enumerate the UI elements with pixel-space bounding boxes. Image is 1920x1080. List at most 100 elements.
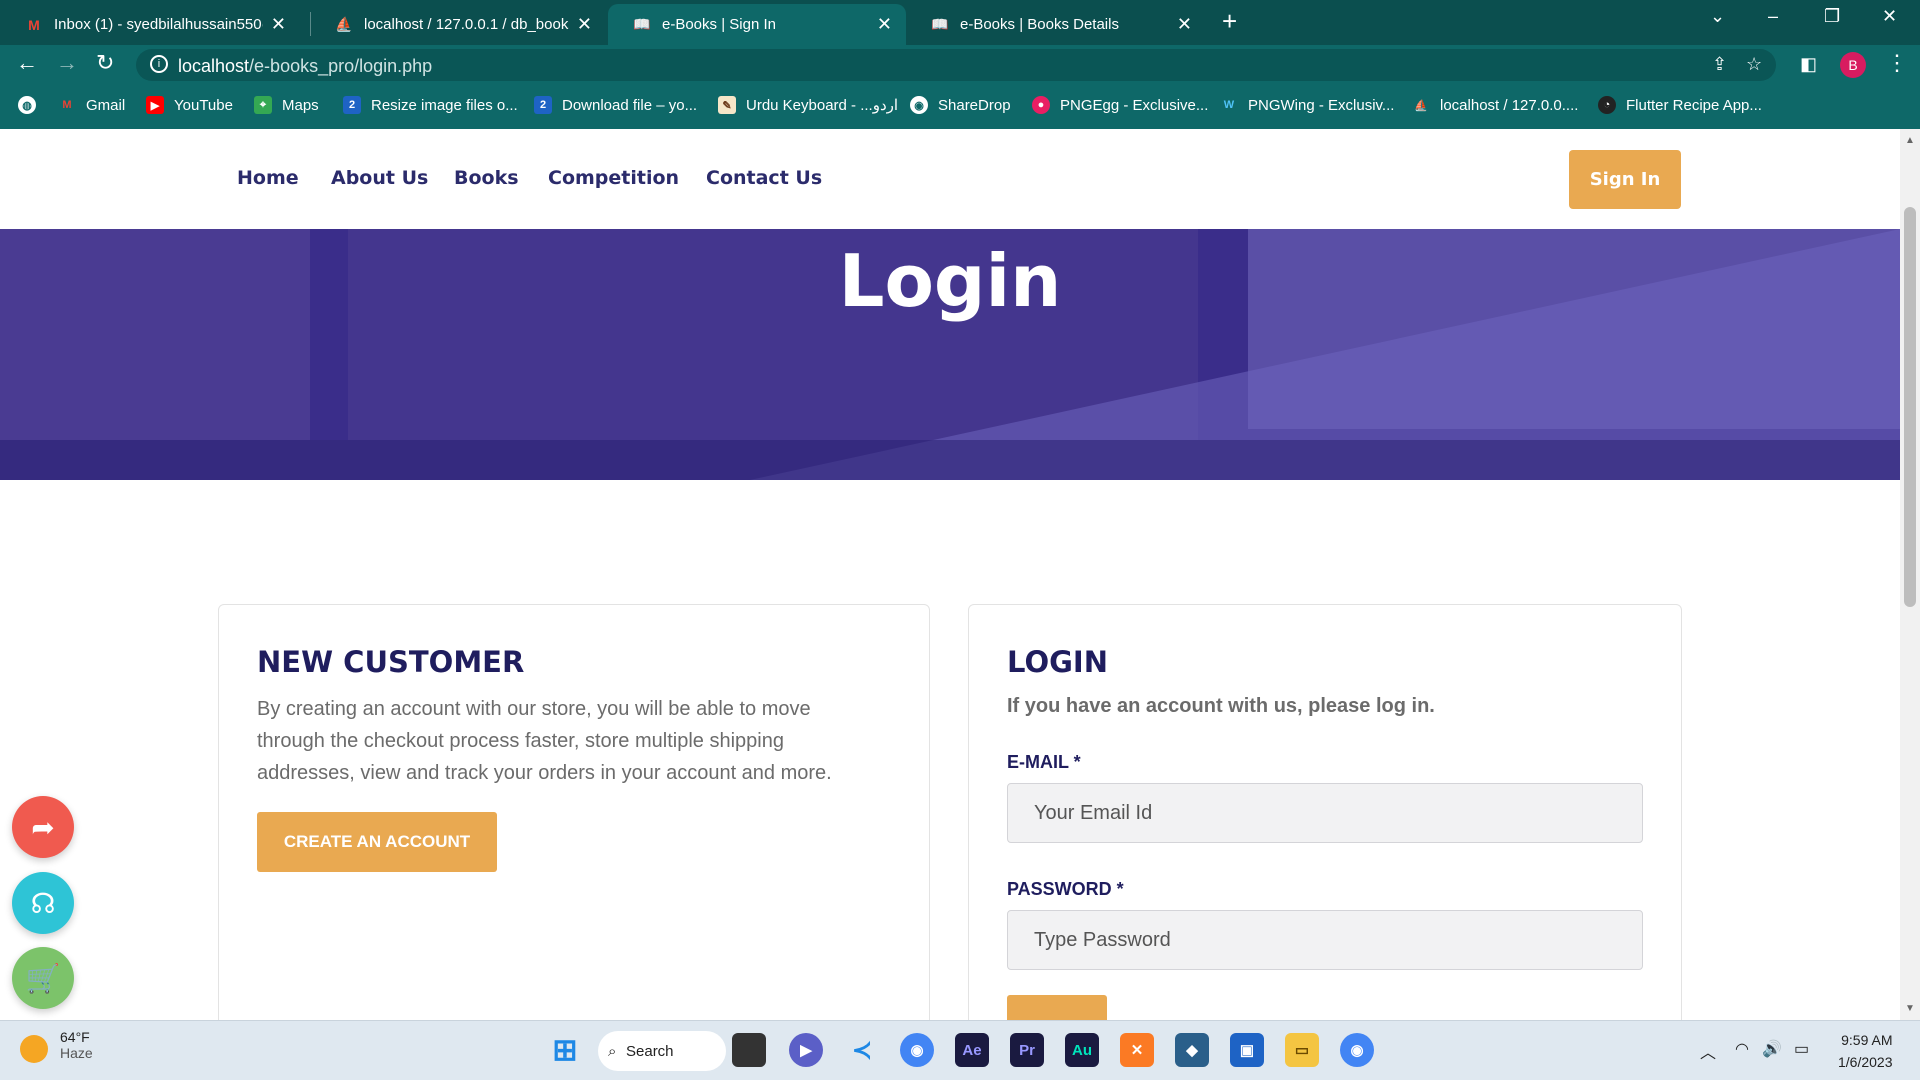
bookmark-resize[interactable]: 2 Resize image files o...	[343, 96, 518, 114]
email-label: E-MAIL *	[1007, 752, 1081, 772]
wifi-icon[interactable]: ◠	[1735, 1039, 1749, 1059]
windows-taskbar: 64°F Haze ⊞ ⌕ Search ▶ ≺ ◉ Ae Pr Au ✕ ◆ ▣…	[0, 1020, 1920, 1080]
nav-contact-us[interactable]: Contact Us	[706, 167, 822, 189]
clock-date: 1/6/2023	[1838, 1054, 1893, 1070]
flutter-icon: ◔	[1598, 96, 1616, 114]
scroll-up-icon[interactable]: ▲	[1905, 135, 1915, 146]
phpmyadmin-icon: ⛵	[335, 16, 353, 32]
share-icon[interactable]: ⇪	[1712, 54, 1727, 75]
file-explorer-icon[interactable]: ▭	[1285, 1033, 1319, 1067]
nav-competition[interactable]: Competition	[548, 167, 679, 189]
bookmark-maps[interactable]: ⌖ Maps	[254, 96, 319, 114]
bookmark-apps[interactable]: ◍	[18, 96, 46, 114]
cart-button[interactable]: 🛒	[12, 947, 74, 1009]
support-button[interactable]: ☊	[12, 872, 74, 934]
close-icon[interactable]: ✕	[877, 14, 892, 35]
gmail-icon: M	[28, 16, 40, 33]
address-bar[interactable]: i localhost/e-books_pro/login.php ⇪ ☆	[136, 49, 1776, 81]
audition-icon[interactable]: Au	[1065, 1033, 1099, 1067]
password-field[interactable]: Type Password	[1007, 910, 1643, 970]
tab-gmail[interactable]: M Inbox (1) - syedbilalhussain550@ ✕	[0, 4, 300, 45]
bookmark-pngegg[interactable]: ● PNGEgg - Exclusive...	[1032, 96, 1208, 114]
star-icon[interactable]: ☆	[1746, 54, 1762, 75]
teams-icon[interactable]: ▶	[789, 1033, 823, 1067]
new-tab-button[interactable]: +	[1222, 6, 1237, 37]
profile-avatar[interactable]: B	[1840, 52, 1866, 78]
battery-icon[interactable]: ▭	[1794, 1039, 1809, 1059]
weather-condition: Haze	[60, 1045, 93, 1061]
bookmark-localhost[interactable]: ⛵ localhost / 127.0.0....	[1412, 96, 1578, 114]
restore-icon[interactable]: ❐	[1824, 6, 1840, 27]
keyboard-icon: ✎	[718, 96, 736, 114]
window-close-icon[interactable]: ✕	[1882, 6, 1897, 27]
bookmark-pngwing[interactable]: W PNGWing - Exclusiv...	[1220, 96, 1395, 114]
reload-icon[interactable]: ↻	[96, 50, 114, 76]
close-icon[interactable]: ✕	[577, 14, 592, 35]
system-clock[interactable]: 9:59 AM 1/6/2023	[1838, 1029, 1893, 1073]
search-icon: ⌕	[608, 1042, 617, 1060]
tray-overflow-icon[interactable]: ︿	[1700, 1039, 1716, 1063]
nav-about-us[interactable]: About Us	[331, 167, 428, 189]
new-customer-description: By creating an account with our store, y…	[257, 698, 832, 784]
sign-in-button[interactable]: Sign In	[1569, 150, 1681, 209]
scroll-down-icon[interactable]: ▼	[1905, 1003, 1915, 1014]
minimize-icon[interactable]: –	[1768, 6, 1778, 27]
tab-title: localhost / 127.0.0.1 / db_books /	[364, 16, 569, 33]
bookmark-gmail[interactable]: M Gmail	[58, 96, 125, 114]
menu-icon[interactable]: ⋮	[1886, 50, 1908, 76]
pngwing-icon: W	[1223, 99, 1235, 111]
nav-home[interactable]: Home	[237, 167, 299, 189]
login-button[interactable]	[1007, 995, 1107, 1020]
nav-books[interactable]: Books	[454, 167, 519, 189]
youtube-icon: ▶	[146, 96, 164, 114]
tab-search-icon[interactable]: ⌄	[1710, 6, 1725, 27]
tab-phpmyadmin[interactable]: ⛵ localhost / 127.0.0.1 / db_books / ✕	[310, 4, 606, 45]
side-panel-icon[interactable]: ◧	[1800, 54, 1817, 75]
weather-widget[interactable]: 64°F Haze	[20, 1029, 93, 1063]
share-button[interactable]: ➦	[12, 796, 74, 858]
store-icon[interactable]: ▣	[1230, 1033, 1264, 1067]
cart-icon: 🛒	[25, 962, 61, 994]
site-header: Home About Us Books Competition Contact …	[0, 129, 1900, 229]
task-view-icon[interactable]	[732, 1033, 766, 1067]
chrome-icon[interactable]: ◉	[900, 1033, 934, 1067]
taskbar-search[interactable]: ⌕ Search	[598, 1031, 726, 1071]
login-subtitle: If you have an account with us, please l…	[1007, 695, 1435, 717]
login-heading: LOGIN	[1007, 645, 1108, 679]
mysql-workbench-icon[interactable]: ◆	[1175, 1033, 1209, 1067]
close-icon[interactable]: ✕	[271, 14, 286, 35]
share-arrow-icon: ➦	[31, 811, 55, 843]
after-effects-icon[interactable]: Ae	[955, 1033, 989, 1067]
create-account-button[interactable]: CREATE AN ACCOUNT	[257, 812, 497, 872]
download-icon: 2	[534, 96, 552, 114]
email-field[interactable]: Your Email Id	[1007, 783, 1643, 843]
phpmyadmin-icon: ⛵	[1414, 99, 1428, 112]
weather-temp: 64°F	[60, 1029, 90, 1045]
browser-tab-strip: M Inbox (1) - syedbilalhussain550@ ✕ ⛵ l…	[0, 0, 1920, 45]
bookmark-sharedrop[interactable]: ◉ ShareDrop	[910, 96, 1011, 114]
bookmark-youtube[interactable]: ▶ YouTube	[146, 96, 233, 114]
windows-start-icon[interactable]: ⊞	[548, 1033, 582, 1067]
tab-ebooks-signin[interactable]: 📖 e-Books | Sign In ✕	[608, 4, 906, 45]
chrome-profile-icon[interactable]: ◉	[1340, 1033, 1374, 1067]
site-info-icon[interactable]: i	[150, 55, 168, 73]
sun-haze-icon	[20, 1035, 48, 1063]
back-icon[interactable]: ←	[16, 50, 38, 76]
bookmark-flutter[interactable]: ◔ Flutter Recipe App...	[1598, 96, 1762, 114]
xampp-icon[interactable]: ✕	[1120, 1033, 1154, 1067]
scroll-thumb[interactable]	[1904, 207, 1916, 607]
vscode-icon[interactable]: ≺	[845, 1033, 879, 1067]
bookmark-download[interactable]: 2 Download file – yo...	[534, 96, 697, 114]
volume-icon[interactable]: 🔊	[1762, 1039, 1782, 1059]
premiere-icon[interactable]: Pr	[1010, 1033, 1044, 1067]
pngegg-icon: ●	[1032, 96, 1050, 114]
forward-icon[interactable]: →	[56, 50, 78, 76]
resize-icon: 2	[343, 96, 361, 114]
password-label: PASSWORD *	[1007, 879, 1124, 899]
globe-icon: ◍	[18, 96, 36, 114]
new-customer-card: NEW CUSTOMER By creating an account with…	[218, 604, 930, 1020]
tab-ebooks-details[interactable]: 📖 e-Books | Books Details ✕	[906, 4, 1206, 45]
bookmark-urdu-keyboard[interactable]: ✎ Urdu Keyboard - ...اردو	[718, 96, 898, 114]
page-scrollbar[interactable]: ▲ ▼	[1900, 129, 1920, 1020]
close-icon[interactable]: ✕	[1177, 14, 1192, 35]
